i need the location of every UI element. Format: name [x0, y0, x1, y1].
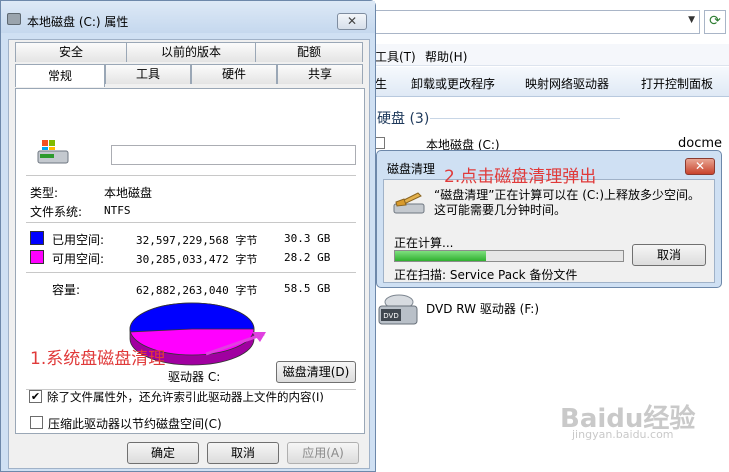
- windows-drive-icon: [37, 140, 69, 164]
- address-bar[interactable]: ▼: [375, 10, 700, 34]
- properties-titlebar[interactable]: 本地磁盘 (C:) 属性 ✕: [1, 1, 375, 33]
- general-tab-panel: 类型: 本地磁盘 文件系统: NTFS 已用空间: 32,597,229,568…: [15, 88, 365, 434]
- properties-title: 本地磁盘 (C:) 属性: [27, 15, 129, 29]
- toolbar-control-panel[interactable]: 打开控制面板: [641, 75, 713, 92]
- index-label[interactable]: 除了文件属性外，还允许索引此驱动器上文件的内容(I): [47, 389, 324, 405]
- close-button[interactable]: ✕: [337, 13, 367, 30]
- properties-body: 安全 以前的版本 配额 常规 工具 硬件 共享 类型: 本地磁盘 文件系统: N…: [8, 39, 370, 469]
- capacity-bytes: 62,882,263,040 字节: [136, 284, 258, 297]
- explorer-menubar: 工具(T) 帮助(H): [375, 44, 729, 66]
- drive-letter-label: 驱动器 C:: [168, 370, 221, 384]
- menu-help[interactable]: 帮助(H): [425, 48, 467, 65]
- cleanup-cancel-button[interactable]: 取消: [632, 244, 706, 266]
- chevron-down-icon[interactable]: ▼: [688, 15, 695, 25]
- properties-dialog: 本地磁盘 (C:) 属性 ✕ 安全 以前的版本 配额 常规 工具 硬件 共享 类…: [0, 0, 376, 472]
- disk-cleanup-icon: [393, 192, 425, 214]
- explorer-toolbar: 生 卸载或更改程序 映射网络驱动器 打开控制面板: [375, 67, 729, 97]
- type-value: 本地磁盘: [104, 186, 153, 200]
- volume-label-input[interactable]: [111, 145, 356, 165]
- tab-hardware[interactable]: 硬件: [191, 64, 277, 84]
- dvd-badge: DVD: [383, 312, 398, 320]
- cleanup-message: “磁盘清理”正在计算可以在 (C:)上释放多少空间。这可能需要几分钟时间。: [434, 188, 701, 217]
- compress-label[interactable]: 压缩此驱动器以节约磁盘空间(C): [48, 415, 222, 432]
- capacity-gb: 58.5 GB: [284, 282, 331, 295]
- type-label: 类型:: [30, 186, 59, 200]
- toolbar-map-drive[interactable]: 映射网络驱动器: [525, 75, 609, 92]
- baidu-watermark-url: jingyan.baidu.com: [572, 428, 674, 441]
- separator: [26, 272, 356, 273]
- tab-quota[interactable]: 配额: [255, 42, 363, 62]
- cleanup-body: “磁盘清理”正在计算可以在 (C:)上释放多少空间。这可能需要几分钟时间。 正在…: [383, 179, 715, 283]
- cleanup-title: 磁盘清理: [387, 162, 436, 176]
- capacity-label: 容量:: [52, 283, 81, 297]
- used-space-label: 已用空间:: [52, 233, 105, 247]
- section-divider: [430, 118, 620, 119]
- refresh-icon[interactable]: ⟳: [704, 10, 726, 34]
- menu-tools[interactable]: 工具(T): [375, 48, 416, 65]
- tab-security[interactable]: 安全: [15, 42, 127, 62]
- scanning-label: 正在扫描: Service Pack 备份文件: [394, 268, 578, 282]
- used-space-bytes: 32,597,229,568 字节: [136, 234, 258, 247]
- tab-previous-versions[interactable]: 以前的版本: [126, 42, 256, 62]
- cancel-button[interactable]: 取消: [207, 442, 279, 464]
- cleanup-close-button[interactable]: ✕: [685, 158, 715, 175]
- cleanup-progress-bar: [394, 250, 624, 262]
- disk-cleanup-button[interactable]: 磁盘清理(D): [276, 361, 356, 383]
- computing-label: 正在计算...: [394, 236, 454, 250]
- hard-disk-section: 硬盘 (3): [377, 111, 430, 127]
- drive-c-checkbox[interactable]: [375, 137, 385, 149]
- apply-button[interactable]: 应用(A): [287, 442, 359, 464]
- tab-sharing[interactable]: 共享: [277, 64, 363, 84]
- tab-general[interactable]: 常规: [15, 64, 105, 87]
- index-checkbox[interactable]: ✔: [29, 390, 42, 403]
- compress-checkbox[interactable]: [30, 416, 43, 429]
- dvd-drive-label[interactable]: DVD RW 驱动器 (F:): [426, 300, 539, 317]
- annotation-arrow: [205, 332, 266, 356]
- annotation-step2: 2.点击磁盘清理弹出: [444, 167, 597, 187]
- free-space-bytes: 30,285,033,472 字节: [136, 253, 258, 266]
- toolbar-uninstall[interactable]: 卸载或更改程序: [411, 75, 495, 92]
- free-space-label: 可用空间:: [52, 252, 105, 266]
- free-space-swatch: [30, 250, 44, 264]
- filesystem-value: NTFS: [104, 204, 131, 217]
- dvd-drive-icon[interactable]: DVD: [377, 292, 419, 330]
- ok-button[interactable]: 确定: [127, 442, 199, 464]
- annotation-step1: 1.系统盘磁盘清理: [30, 349, 166, 369]
- used-space-swatch: [30, 231, 44, 245]
- filesystem-label: 文件系统:: [30, 205, 83, 219]
- drive-titlebar-icon: [7, 13, 21, 25]
- tab-tools[interactable]: 工具: [105, 64, 191, 84]
- used-space-gb: 30.3 GB: [284, 232, 331, 245]
- progress-fill: [395, 251, 487, 261]
- toolbar-properties[interactable]: 生: [375, 75, 387, 92]
- separator: [26, 175, 356, 176]
- free-space-gb: 28.2 GB: [284, 251, 331, 264]
- separator: [26, 222, 356, 223]
